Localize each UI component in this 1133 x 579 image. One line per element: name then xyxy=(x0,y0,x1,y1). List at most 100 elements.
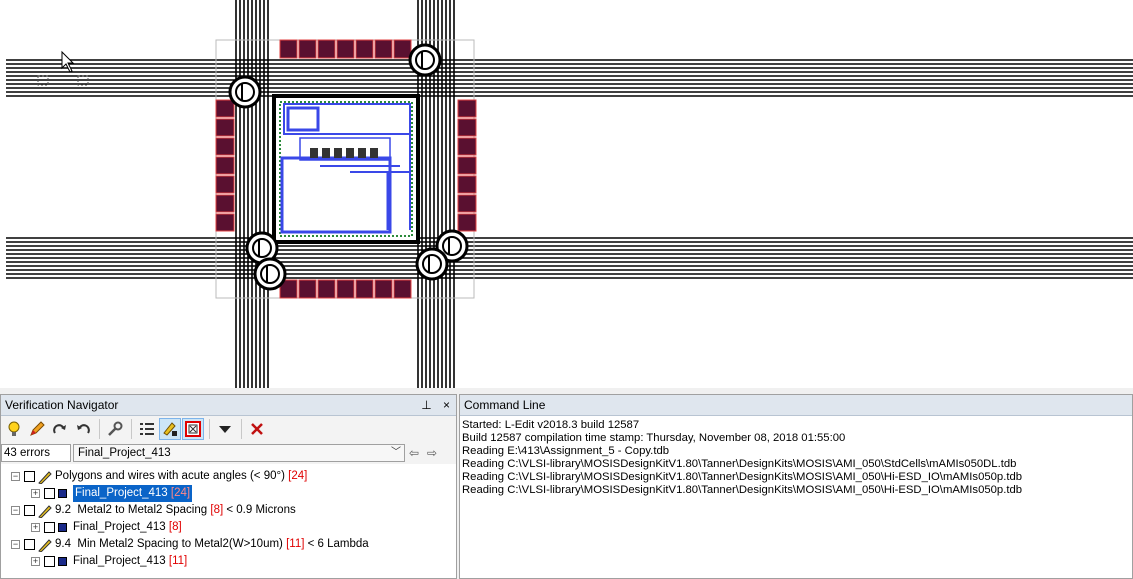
io-pad xyxy=(215,118,235,137)
verification-navigator-panel: Verification Navigator ⊥ × 43 errors Fin… xyxy=(0,394,457,579)
rule-count: [8] xyxy=(210,504,224,516)
rule-count: [24] xyxy=(288,470,308,482)
cell-label: Final_Project_413 xyxy=(73,555,166,567)
cell-checkbox[interactable] xyxy=(44,556,55,567)
command-output-line: Reading C:\VLSI-library\MOSISDesignKitV1… xyxy=(462,458,1017,470)
standard-cell xyxy=(358,148,366,158)
io-pad xyxy=(336,279,355,299)
layout-canvas[interactable] xyxy=(0,0,1133,388)
verification-toolbar xyxy=(1,416,456,442)
io-pad xyxy=(215,194,235,213)
rule-suffix: < 6 Lambda xyxy=(307,538,369,550)
expand-icon[interactable]: + xyxy=(31,557,40,566)
io-pad xyxy=(336,39,355,59)
rule-checkbox[interactable] xyxy=(24,505,35,516)
command-output-line: Reading E:\413\Assignment_5 - Copy.tdb xyxy=(462,445,670,457)
rule-label: Min Metal2 Spacing to Metal2(W>10um) xyxy=(77,538,283,550)
error-count-field: 43 errors xyxy=(1,444,71,462)
io-pad xyxy=(298,279,317,299)
io-pad xyxy=(317,279,336,299)
command-line-panel: Command Line Started: L-Edit v2018.3 bui… xyxy=(459,394,1133,579)
drc-error-marker xyxy=(228,75,262,109)
command-output-line: Build 12587 compilation time stamp: Thur… xyxy=(462,432,846,444)
standard-cell xyxy=(334,148,342,158)
previous-error-icon[interactable]: ⇦ xyxy=(405,446,423,460)
delete-icon[interactable] xyxy=(246,418,268,440)
rule-checkbox[interactable] xyxy=(24,539,35,550)
io-pad xyxy=(457,194,477,213)
io-pad xyxy=(215,137,235,156)
rule-row[interactable]: − 9.2 Metal2 to Metal2 Spacing [8] < 0.9… xyxy=(1,502,456,519)
standard-cell xyxy=(370,148,378,158)
toolbar-separator xyxy=(241,419,242,439)
zoom-error-icon[interactable] xyxy=(182,418,204,440)
collapse-icon[interactable]: − xyxy=(11,472,20,481)
pin-icon[interactable]: ⊥ xyxy=(421,398,431,412)
collapse-icon[interactable]: − xyxy=(11,540,20,549)
core-boundary xyxy=(272,94,420,244)
close-icon[interactable]: × xyxy=(443,398,450,412)
standard-cell xyxy=(346,148,354,158)
io-pad xyxy=(374,279,393,299)
cell-checkbox[interactable] xyxy=(44,522,55,533)
selected-cell-item: Final_Project_413 [24] xyxy=(73,485,193,502)
io-pad xyxy=(215,175,235,194)
cell-row[interactable]: + Final_Project_413 [8] xyxy=(1,519,456,536)
undo-icon[interactable] xyxy=(72,418,94,440)
rule-row[interactable]: − 9.4 Min Metal2 Spacing to Metal2(W>10u… xyxy=(1,536,456,553)
ruler-pencil-icon xyxy=(38,470,52,484)
cell-row[interactable]: + Final_Project_413 [11] xyxy=(1,553,456,570)
redo-icon[interactable] xyxy=(49,418,71,440)
expand-icon[interactable]: + xyxy=(31,489,40,498)
io-pad xyxy=(355,279,374,299)
dropdown-icon[interactable] xyxy=(214,418,236,440)
io-pad xyxy=(374,39,393,59)
cell-select-value: Final_Project_413 xyxy=(78,447,171,459)
io-pad xyxy=(393,39,412,59)
rule-count: [11] xyxy=(286,538,305,550)
io-pad xyxy=(457,156,477,175)
io-pad xyxy=(457,99,477,118)
io-pad xyxy=(457,137,477,156)
io-pad xyxy=(215,156,235,175)
filter-row: 43 errors Final_Project_413 ﹀ ⇦ ⇨ xyxy=(1,442,456,464)
io-pad xyxy=(215,99,235,118)
io-pad xyxy=(355,39,374,59)
rule-label: Polygons and wires with acute angles (< … xyxy=(55,470,285,482)
wrench-icon[interactable] xyxy=(104,418,126,440)
drc-error-marker xyxy=(415,247,449,281)
toolbar-separator xyxy=(99,419,100,439)
bulb-icon[interactable] xyxy=(3,418,25,440)
cell-label: Final_Project_413 xyxy=(75,487,168,499)
cell-count: [8] xyxy=(168,521,182,533)
cell-row[interactable]: + Final_Project_413 [24] xyxy=(1,485,456,502)
expand-icon[interactable]: + xyxy=(31,523,40,532)
command-output-line: Reading C:\VLSI-library\MOSISDesignKitV1… xyxy=(462,484,1023,496)
standard-cell xyxy=(310,148,318,158)
io-pad xyxy=(317,39,336,59)
rule-prefix: 9.4 xyxy=(55,538,71,550)
rule-row[interactable]: − Polygons and wires with acute angles (… xyxy=(1,468,456,485)
io-pad xyxy=(298,39,317,59)
io-pad xyxy=(457,175,477,194)
io-pad xyxy=(393,279,412,299)
io-pad xyxy=(215,213,235,232)
command-output[interactable]: Started: L-Edit v2018.3 build 12587 Buil… xyxy=(460,416,1132,500)
io-pad xyxy=(457,118,477,137)
chevron-down-icon[interactable]: ﹀ xyxy=(391,445,401,461)
layout-drawing[interactable] xyxy=(0,0,1133,388)
list-icon[interactable] xyxy=(136,418,158,440)
pencil-icon[interactable] xyxy=(26,418,48,440)
cell-checkbox[interactable] xyxy=(44,488,55,499)
next-error-icon[interactable]: ⇨ xyxy=(423,446,441,460)
rule-checkbox[interactable] xyxy=(24,471,35,482)
cell-select[interactable]: Final_Project_413 ﹀ xyxy=(73,444,405,462)
mouse-pointer-icon xyxy=(61,50,75,73)
collapse-icon[interactable]: − xyxy=(11,506,20,515)
highlight-icon[interactable] xyxy=(159,418,181,440)
toolbar-separator xyxy=(131,419,132,439)
command-output-line: Reading C:\VLSI-library\MOSISDesignKitV1… xyxy=(462,471,1023,483)
command-line-title-bar: Command Line xyxy=(460,395,1132,416)
ruler-pencil-icon xyxy=(38,504,52,518)
error-tree: − Polygons and wires with acute angles (… xyxy=(1,464,456,570)
